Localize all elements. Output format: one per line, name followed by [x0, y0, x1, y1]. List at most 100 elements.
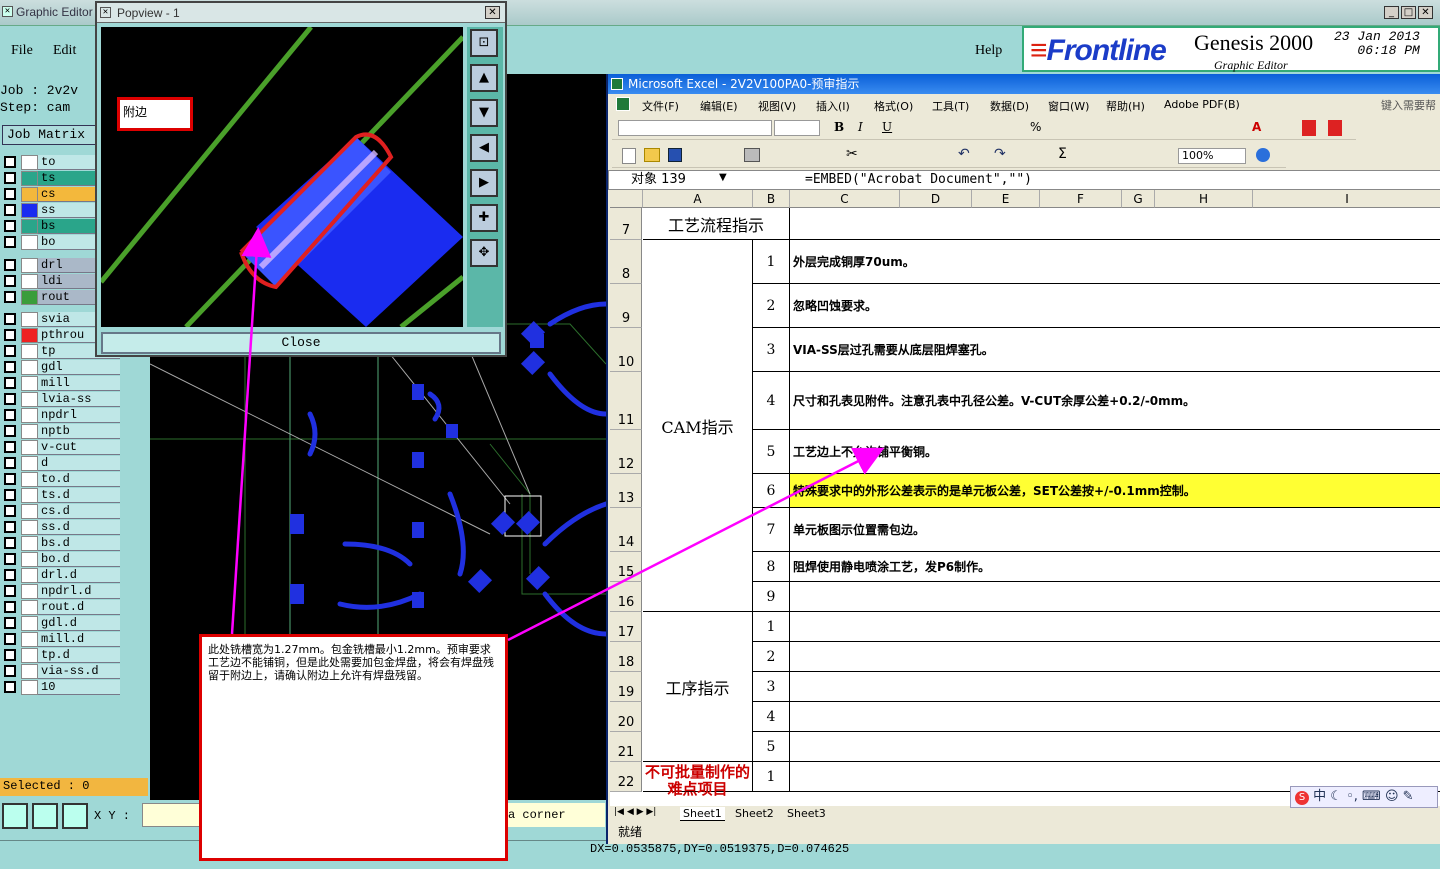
close-button[interactable]: ✕: [1418, 6, 1433, 19]
cam-item-number[interactable]: 7: [753, 508, 790, 552]
cam-item-text[interactable]: 尺寸和孔表见附件。注意孔表中孔径公差。V-CUT余厚公差+0.2/-0mm。: [790, 372, 1440, 430]
layer-checkbox[interactable]: [4, 409, 16, 421]
row-header[interactable]: 13: [610, 474, 642, 508]
column-header[interactable]: E: [972, 190, 1040, 208]
ime-mode[interactable]: 中: [1313, 789, 1326, 804]
layer-checkbox[interactable]: [4, 236, 16, 248]
cam-item-number[interactable]: 9: [753, 582, 790, 612]
layer-name[interactable]: gdl.d: [38, 616, 120, 631]
cut-icon[interactable]: ✂: [846, 146, 858, 162]
cam-item-text[interactable]: 特殊要求中的外形公差表示的是单元板公差，SET公差按+/-0.1mm控制。: [790, 474, 1440, 508]
difficult-section-cell[interactable]: 不可批量制作的难点项目: [643, 762, 753, 798]
layer-row[interactable]: bs.d: [4, 536, 120, 551]
layer-name[interactable]: via-ss.d: [38, 664, 120, 679]
excel-menu-item[interactable]: 格式(O): [874, 98, 913, 114]
pan-up-icon[interactable]: ▲: [470, 64, 498, 92]
layer-name[interactable]: tp.d: [38, 648, 120, 663]
layer-checkbox[interactable]: [4, 329, 16, 341]
layer-checkbox[interactable]: [4, 291, 16, 303]
layer-checkbox[interactable]: [4, 665, 16, 677]
popview-titlebar[interactable]: ✕ Popview - 1 ✕: [97, 3, 505, 23]
column-header[interactable]: D: [900, 190, 972, 208]
row-header[interactable]: 19: [610, 672, 642, 702]
process-flow-header[interactable]: 工艺流程指示: [643, 208, 790, 240]
layer-checkbox[interactable]: [4, 473, 16, 485]
layer-checkbox[interactable]: [4, 275, 16, 287]
cam-item-text[interactable]: 外层完成铜厚70um。: [790, 240, 1440, 284]
font-size-select[interactable]: [774, 120, 820, 136]
job-matrix-button[interactable]: Job Matrix: [2, 125, 96, 145]
column-header[interactable]: B: [753, 190, 790, 208]
cam-item-number[interactable]: 6: [753, 474, 790, 508]
row-header[interactable]: 11: [610, 372, 642, 430]
minimize-button[interactable]: _: [1384, 6, 1399, 19]
ime-user-icon[interactable]: ☺: [1385, 789, 1399, 804]
layer-checkbox[interactable]: [4, 649, 16, 661]
sheet-tab[interactable]: Sheet3: [784, 807, 829, 820]
layer-checkbox[interactable]: [4, 441, 16, 453]
italic-button[interactable]: I: [858, 120, 863, 134]
cam-item-number[interactable]: 1: [753, 240, 790, 284]
name-box[interactable]: 对象 139: [611, 172, 729, 188]
layer-checkbox[interactable]: [4, 537, 16, 549]
layer-name[interactable]: bo.d: [38, 552, 120, 567]
step-item-text[interactable]: [790, 732, 1440, 762]
layer-name[interactable]: drl.d: [38, 568, 120, 583]
open-icon[interactable]: [644, 148, 660, 162]
sheet-tab[interactable]: Sheet2: [732, 807, 777, 820]
layer-checkbox[interactable]: [4, 489, 16, 501]
popview-close-icon[interactable]: ✕: [485, 6, 500, 19]
layer-name[interactable]: ts.d: [38, 488, 120, 503]
ime-settings-icon[interactable]: ✎: [1403, 789, 1414, 804]
layer-checkbox[interactable]: [4, 345, 16, 357]
layer-name[interactable]: gdl: [38, 360, 120, 375]
row-header[interactable]: 12: [610, 430, 642, 474]
row-header[interactable]: 14: [610, 508, 642, 552]
layer-checkbox[interactable]: [4, 681, 16, 693]
spreadsheet-grid[interactable]: A B C D E F G H I 7 8 9 10 11 12 13 14 15 16 17 18 19 20 21 22 工艺…: [610, 190, 1440, 806]
layer-name[interactable]: lvia-ss: [38, 392, 120, 407]
help-icon[interactable]: [1256, 148, 1270, 162]
row-header[interactable]: 21: [610, 732, 642, 762]
layer-row[interactable]: gdl: [4, 360, 120, 375]
row-header[interactable]: 17: [610, 612, 642, 642]
cam-item-text[interactable]: VIA-SS层过孔需要从底层阻焊塞孔。: [790, 328, 1440, 372]
layer-checkbox[interactable]: [4, 457, 16, 469]
autosum-icon[interactable]: Σ: [1058, 146, 1067, 162]
cam-section-cell[interactable]: CAM指示: [643, 240, 753, 612]
pdf-icon[interactable]: [1302, 120, 1316, 136]
layer-name[interactable]: mill: [38, 376, 120, 391]
layer-name[interactable]: nptb: [38, 424, 120, 439]
layer-checkbox[interactable]: [4, 617, 16, 629]
help-prompt[interactable]: 键入需要帮: [1381, 97, 1436, 113]
layer-name[interactable]: v-cut: [38, 440, 120, 455]
layer-name[interactable]: d: [38, 456, 120, 471]
zoom-in-icon[interactable]: ✚: [470, 204, 498, 232]
row-header[interactable]: 10: [610, 328, 642, 372]
undo-icon[interactable]: ↶: [958, 146, 970, 162]
step-item-text[interactable]: [790, 642, 1440, 672]
pan-down-icon[interactable]: ▼: [470, 99, 498, 127]
steps-section-cell[interactable]: 工序指示: [643, 612, 753, 762]
cam-item-number[interactable]: 3: [753, 328, 790, 372]
layer-name[interactable]: rout.d: [38, 600, 120, 615]
save-icon[interactable]: [668, 148, 682, 162]
row-header[interactable]: 16: [610, 582, 642, 612]
layer-checkbox[interactable]: [4, 377, 16, 389]
layer-name[interactable]: to.d: [38, 472, 120, 487]
zoom-fit-icon[interactable]: ⊡: [470, 29, 498, 57]
excel-menu-item[interactable]: 窗口(W): [1048, 98, 1089, 114]
layer-row[interactable]: 10: [4, 680, 120, 695]
menu-file[interactable]: File: [11, 43, 33, 59]
layer-checkbox[interactable]: [4, 156, 16, 168]
row-header[interactable]: 8: [610, 240, 642, 284]
layer-name[interactable]: cs.d: [38, 504, 120, 519]
layer-checkbox[interactable]: [4, 553, 16, 565]
layer-row[interactable]: tp.d: [4, 648, 120, 663]
layer-name[interactable]: mill.d: [38, 632, 120, 647]
sheet-tab[interactable]: Sheet1: [680, 807, 725, 821]
pdf-email-icon[interactable]: [1328, 120, 1342, 136]
row-header[interactable]: 15: [610, 552, 642, 582]
ime-toolbar[interactable]: S 中 ☾ ◦, ⌨ ☺ ✎: [1290, 786, 1438, 808]
ime-punct-icon[interactable]: ◦,: [1346, 789, 1358, 804]
